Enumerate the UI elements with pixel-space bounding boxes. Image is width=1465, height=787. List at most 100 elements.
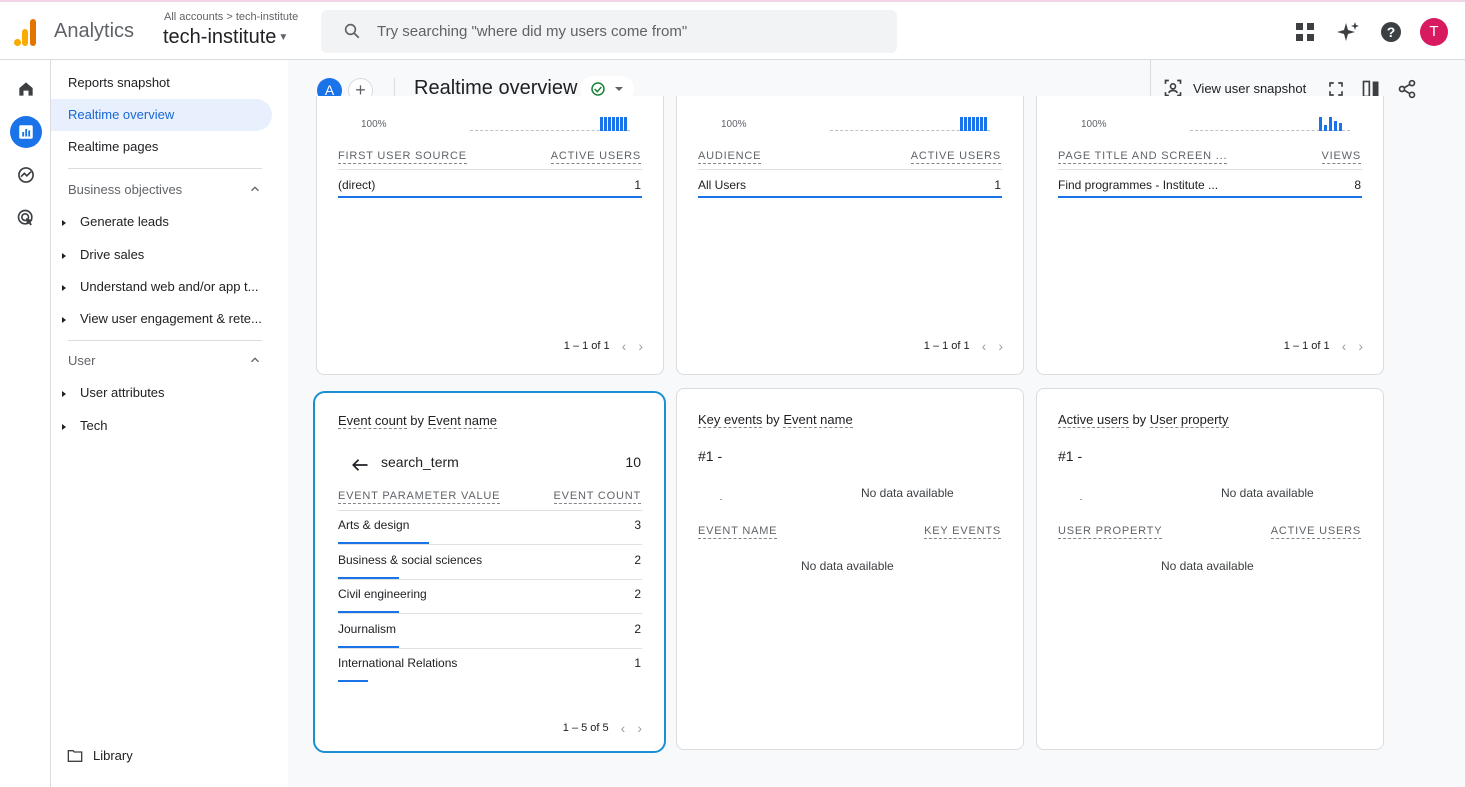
view-user-snapshot-button[interactable]: View user snapshot	[1163, 78, 1306, 98]
dimension-label[interactable]: Event name	[427, 413, 498, 429]
nav-item-user-engagement[interactable]: View user engagement & rete...	[62, 311, 262, 326]
nav-section-business-objectives[interactable]: Business objectives	[68, 182, 262, 197]
mini-bar	[620, 117, 623, 131]
column-header[interactable]: ACTIVE USERS	[910, 149, 1001, 164]
left-rail	[0, 60, 51, 787]
tick-mark	[720, 499, 722, 500]
chevron-right-icon[interactable]: ›	[637, 720, 642, 736]
table-row-label[interactable]: Arts & design	[338, 518, 409, 532]
column-header[interactable]: PAGE TITLE AND SCREEN ...	[1058, 149, 1228, 164]
sparkle-icon[interactable]	[1336, 20, 1360, 44]
property-selector[interactable]: tech-institute ▼	[163, 26, 288, 49]
column-header[interactable]: EVENT PARAMETER VALUE	[338, 489, 501, 504]
section-label: User	[68, 353, 96, 368]
chevron-up-icon	[251, 186, 259, 192]
mini-bar	[604, 117, 607, 131]
search-input[interactable]	[377, 10, 877, 53]
card-title: Active users by User property	[1058, 412, 1229, 428]
nav-item-drive-sales[interactable]: Drive sales	[62, 247, 144, 262]
chevron-left-icon[interactable]: ‹	[622, 338, 627, 354]
metric-label[interactable]: Active users	[1058, 412, 1129, 428]
mini-bar	[1339, 123, 1342, 131]
mini-bar	[600, 117, 603, 131]
column-header[interactable]: VIEWS	[1321, 149, 1361, 164]
table-row-label[interactable]: Civil engineering	[338, 587, 427, 601]
rank-label: #1 -	[1058, 448, 1082, 464]
nav-item-reports-snapshot[interactable]: Reports snapshot	[51, 67, 272, 99]
explore-icon[interactable]	[10, 159, 42, 191]
back-arrow-icon[interactable]	[351, 457, 369, 473]
mini-bar-chart	[960, 117, 987, 131]
table-row-value: 1	[634, 178, 641, 192]
nav-item-realtime-overview[interactable]: Realtime overview	[51, 99, 272, 131]
nav-item-user-attributes[interactable]: User attributes	[62, 385, 165, 400]
column-header[interactable]: USER PROPERTY	[1058, 524, 1163, 539]
user-property-card[interactable]: Active users by User property #1 - No da…	[1036, 388, 1384, 750]
nav-item-understand-traffic[interactable]: Understand web and/or app t...	[62, 279, 259, 294]
row-divider	[338, 510, 642, 511]
mini-bar	[624, 117, 627, 131]
help-icon[interactable]: ?	[1379, 20, 1403, 44]
expand-arrow-icon	[62, 423, 66, 430]
nav-item-realtime-pages[interactable]: Realtime pages	[51, 131, 272, 163]
table-row-label[interactable]: Business & social sciences	[338, 553, 482, 567]
account-avatar[interactable]: T	[1420, 18, 1448, 46]
mini-bar	[960, 117, 963, 131]
table-row-label[interactable]: Journalism	[338, 622, 396, 636]
apps-grid-icon[interactable]	[1293, 20, 1317, 44]
mini-bar	[980, 117, 983, 131]
pagination-label: 1 – 1 of 1	[923, 340, 970, 352]
mini-bar	[616, 117, 619, 131]
chevron-left-icon[interactable]: ‹	[1342, 338, 1347, 354]
column-header[interactable]: ACTIVE USERS	[1270, 524, 1361, 539]
chevron-left-icon[interactable]: ‹	[621, 720, 626, 736]
table-row-label: (direct)	[338, 178, 376, 192]
row-divider	[338, 169, 642, 170]
column-header[interactable]: AUDIENCE	[698, 149, 762, 164]
column-header[interactable]: EVENT COUNT	[553, 489, 641, 504]
metric-label[interactable]: Key events	[698, 412, 763, 428]
table-row-value: 1	[634, 656, 641, 670]
metric-label[interactable]: Event count	[338, 413, 407, 429]
chevron-right-icon[interactable]: ›	[638, 338, 643, 354]
pagination-label: 1 – 1 of 1	[1283, 340, 1330, 352]
dimension-label[interactable]: Event name	[783, 412, 853, 428]
analytics-logo-icon[interactable]	[14, 18, 38, 46]
nav-item-generate-leads[interactable]: Generate leads	[62, 214, 169, 229]
card-title: Event count by Event name	[338, 413, 498, 429]
user-snapshot-icon	[1164, 79, 1182, 97]
expand-arrow-icon	[62, 390, 66, 397]
expand-arrow-icon	[62, 219, 66, 226]
row-divider	[698, 169, 1002, 170]
drilldown-event-name: search_term	[381, 454, 459, 470]
chevron-left-icon[interactable]: ‹	[982, 338, 987, 354]
key-events-card[interactable]: Key events by Event name #1 - No data av…	[676, 388, 1024, 750]
nav-section-user[interactable]: User	[68, 353, 262, 368]
event-count-card[interactable]: Event count by Event name search_term 10…	[313, 391, 666, 753]
chevron-right-icon[interactable]: ›	[998, 338, 1003, 354]
rank-number: #1	[1058, 448, 1074, 464]
table-row-label[interactable]: International Relations	[338, 656, 457, 670]
home-icon[interactable]	[10, 73, 42, 105]
first-user-source-card: 100% FIRST USER SOURCE ACTIVE USERS (dir…	[316, 96, 664, 375]
mini-bar	[1329, 117, 1332, 131]
advertising-icon[interactable]	[10, 202, 42, 234]
row-divider	[338, 578, 642, 580]
breadcrumb[interactable]: All accounts > tech-institute	[164, 11, 298, 23]
column-header[interactable]: EVENT NAME	[698, 524, 778, 539]
column-header[interactable]: FIRST USER SOURCE	[338, 149, 467, 164]
table-row-label: Find programmes - Institute ...	[1058, 178, 1219, 192]
value-bar	[1058, 196, 1362, 198]
mini-bar	[976, 117, 979, 131]
chevron-right-icon[interactable]: ›	[1358, 338, 1363, 354]
share-icon[interactable]	[1397, 79, 1417, 99]
search-bar[interactable]	[321, 10, 897, 53]
nav-item-tech[interactable]: Tech	[62, 418, 107, 433]
folder-icon	[67, 749, 83, 762]
library-link[interactable]: Library	[67, 748, 133, 763]
dimension-label[interactable]: User property	[1149, 412, 1229, 428]
caret-down-icon	[615, 87, 623, 91]
column-header[interactable]: KEY EVENTS	[924, 524, 1001, 539]
column-header[interactable]: ACTIVE USERS	[550, 149, 641, 164]
reports-icon[interactable]	[10, 116, 42, 148]
